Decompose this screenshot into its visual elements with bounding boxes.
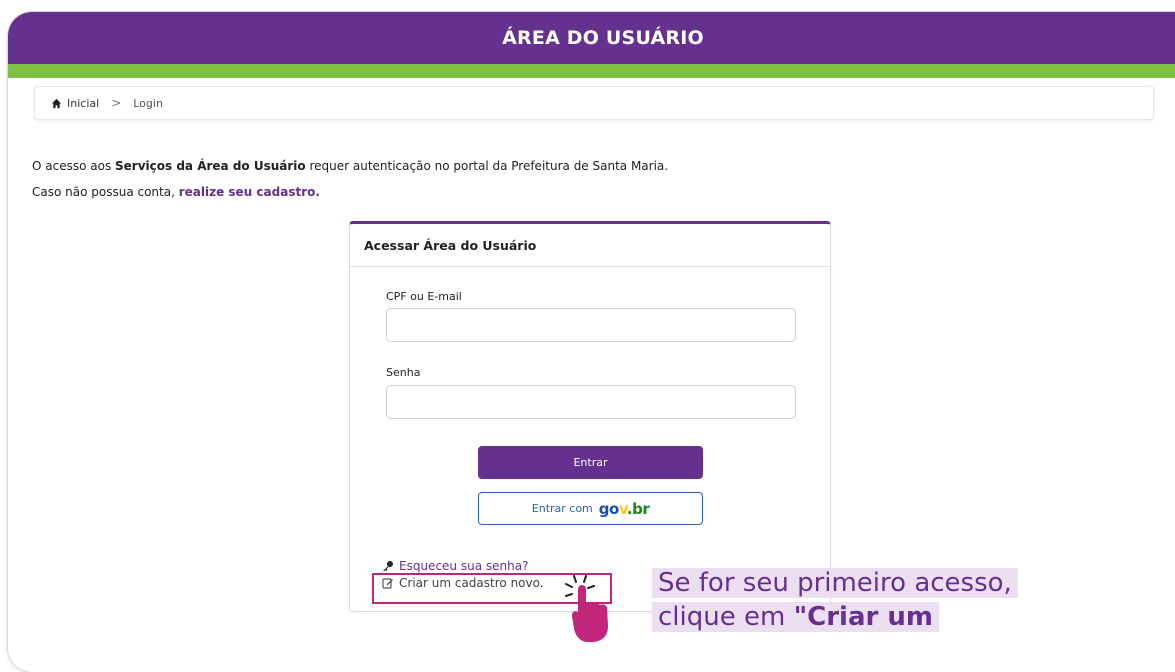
breadcrumb: Inicial > Login: [34, 86, 1154, 120]
govbr-logo-part: v: [618, 499, 628, 518]
password-label: Senha: [386, 366, 421, 379]
callout-line2-bold: "Criar um: [793, 602, 933, 632]
login-card-title: Acessar Área do Usuário: [350, 224, 830, 267]
password-input[interactable]: [386, 385, 796, 419]
page-title: ÁREA DO USUÁRIO: [502, 27, 704, 49]
home-icon: [51, 98, 62, 108]
govbr-logo-part: .br: [626, 499, 650, 518]
login-card: Acessar Área do Usuário CPF ou E-mail Se…: [349, 221, 831, 612]
intro-line-1: O acesso aos Serviços da Área do Usuário…: [32, 153, 668, 179]
govbr-login-button[interactable]: Entrar com gov.br: [478, 492, 703, 525]
callout-line-2: clique em "Criar um: [652, 602, 939, 632]
header-accent-bar: [8, 64, 1175, 78]
breadcrumb-current: Login: [133, 96, 163, 110]
callout-line2-pre: clique em: [658, 602, 794, 632]
callout-line-1: Se for seu primeiro acesso,: [652, 568, 1018, 598]
forgot-password-row: Esqueceu sua senha?: [382, 559, 528, 573]
intro-line1-pre: O acesso aos: [32, 159, 116, 173]
forgot-password-link[interactable]: Esqueceu sua senha?: [399, 559, 528, 573]
breadcrumb-home-link[interactable]: Inicial: [67, 97, 99, 110]
instruction-callout: Se for seu primeiro acesso, clique em "C…: [652, 566, 1082, 634]
login-button[interactable]: Entrar: [478, 446, 703, 479]
govbr-button-label: Entrar com: [531, 502, 593, 515]
intro-line2-pre: Caso não possua conta,: [32, 185, 179, 199]
intro-line1-bold: Serviços da Área do Usuário: [115, 159, 306, 173]
page-header: ÁREA DO USUÁRIO: [8, 12, 1175, 64]
cpf-email-input[interactable]: [386, 308, 796, 342]
register-link[interactable]: realize seu cadastro.: [179, 185, 320, 199]
key-icon: [383, 561, 393, 571]
intro-text: O acesso aos Serviços da Área do Usuário…: [32, 153, 668, 205]
pointer-hand-icon: [565, 575, 608, 642]
intro-line-2: Caso não possua conta, realize seu cadas…: [32, 179, 668, 205]
intro-line1-post: requer autenticação no portal da Prefeit…: [305, 159, 669, 173]
cpf-label: CPF ou E-mail: [386, 290, 462, 303]
breadcrumb-separator: >: [111, 96, 122, 110]
govbr-logo: gov.br: [598, 499, 650, 518]
govbr-logo-part: go: [598, 499, 620, 518]
